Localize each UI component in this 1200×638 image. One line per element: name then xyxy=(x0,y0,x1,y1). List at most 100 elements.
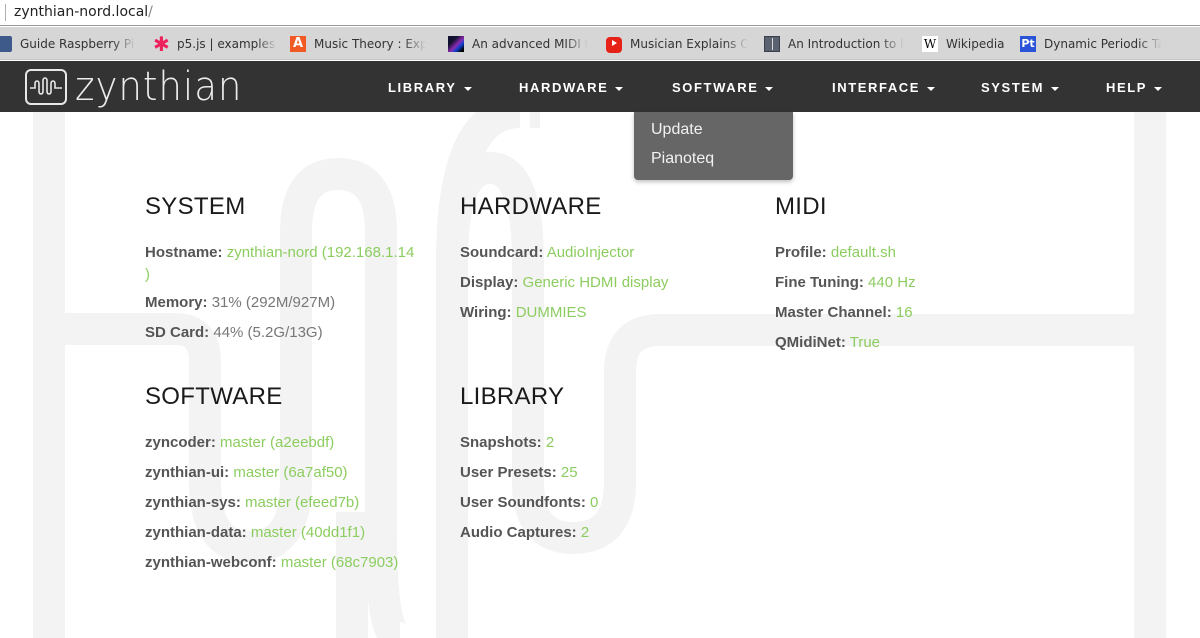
info-row-user-presets: User Presets: 25 xyxy=(460,458,598,488)
info-row-zynthian-ui: zynthian-ui: master (6a7af50) xyxy=(145,458,398,488)
bookmark-label: Dynamic Periodic Ta xyxy=(1044,37,1162,51)
info-row-zyncoder: zyncoder: master (a2eebdf) xyxy=(145,428,398,458)
menu-item-update[interactable]: Update xyxy=(634,119,793,148)
info-value-link[interactable]: master (efeed7b) xyxy=(245,494,359,511)
bookmark-label: Wikipedia xyxy=(946,37,1005,51)
bookmark-advanced-midi[interactable]: An advanced MIDI fo xyxy=(448,35,588,53)
midi-image-icon xyxy=(448,36,464,52)
info-value-link[interactable]: True xyxy=(850,334,880,351)
caret-down-icon xyxy=(765,86,774,91)
bookmark-label: p5.js | examples xyxy=(177,37,276,51)
info-key: Soundcard: xyxy=(460,244,544,261)
info-value-link[interactable]: default.sh xyxy=(831,244,896,261)
info-key: Hostname: xyxy=(145,244,223,261)
nav-system[interactable]: SYSTEM xyxy=(981,61,1060,112)
nav-hardware[interactable]: HARDWARE xyxy=(519,61,624,112)
bookmark-musician-explains[interactable]: Musician Explains Or xyxy=(606,35,748,53)
caret-down-icon xyxy=(463,86,472,91)
nav-library[interactable]: LIBRARY xyxy=(388,61,472,112)
info-value-link[interactable]: master (40dd1f1) xyxy=(251,524,365,541)
info-value-link[interactable]: ) xyxy=(145,266,150,283)
waveform-logo-icon xyxy=(25,69,67,105)
info-value: 44% (5.2G/13G) xyxy=(213,324,323,341)
info-key: Display: xyxy=(460,274,519,291)
info-row-wiring: Wiring: DUMMIES xyxy=(460,298,668,328)
info-key: zynthian-ui: xyxy=(145,464,230,481)
nav-label: SOFTWARE xyxy=(672,80,759,95)
info-key: Audio Captures: xyxy=(460,524,577,541)
info-row-audio-captures: Audio Captures: 2 xyxy=(460,518,598,548)
info-value-link[interactable]: 2 xyxy=(546,434,554,451)
dashboard-content: SYSTEM Hostname: zynthian-nord (192.168.… xyxy=(0,112,1200,638)
info-value-link[interactable]: master (68c7903) xyxy=(281,554,399,571)
info-row-display: Display: Generic HDMI display xyxy=(460,268,668,298)
url-host: zynthian-nord.local xyxy=(14,4,149,20)
info-key: User Presets: xyxy=(460,464,557,481)
info-value-link[interactable]: 25 xyxy=(561,464,578,481)
nav-interface[interactable]: INTERFACE xyxy=(832,61,936,112)
section-title: SYSTEM xyxy=(145,193,246,220)
info-value-link[interactable]: DUMMIES xyxy=(516,304,587,321)
nav-label: LIBRARY xyxy=(388,80,457,95)
nav-label: INTERFACE xyxy=(832,80,921,95)
info-key: zynthian-webconf: xyxy=(145,554,277,571)
nav-help[interactable]: HELP xyxy=(1106,61,1163,112)
bookmark-dynamic-periodic-table[interactable]: Pt Dynamic Periodic Ta xyxy=(1020,35,1162,53)
info-row-zynthian-sys: zynthian-sys: master (efeed7b) xyxy=(145,488,398,518)
section-title: SOFTWARE xyxy=(145,383,283,410)
section-hardware: HARDWARE Soundcard: AudioInjector Displa… xyxy=(460,192,668,328)
menu-item-pianoteq[interactable]: Pianoteq xyxy=(634,148,793,177)
address-bar[interactable]: zynthian-nord.local/ xyxy=(0,0,1200,26)
info-value-link[interactable]: master (6a7af50) xyxy=(233,464,347,481)
bookmark-label: Musician Explains Or xyxy=(630,37,748,51)
bookmark-label: An advanced MIDI fo xyxy=(472,37,588,51)
info-value-link[interactable]: 16 xyxy=(896,304,913,321)
info-value: 31% (292M/927M) xyxy=(211,294,336,311)
section-title: MIDI xyxy=(775,193,827,220)
info-row-hostname: Hostname: zynthian-nord (192.168.1.14 xyxy=(145,238,414,268)
info-key: zynthian-sys: xyxy=(145,494,241,511)
caret-down-icon xyxy=(1154,86,1163,91)
bookmarks-bar: Guide Raspberry Pi F ✱ p5.js | examples … xyxy=(0,27,1200,60)
bookmark-p5js-examples[interactable]: ✱ p5.js | examples xyxy=(153,35,277,53)
caret-down-icon xyxy=(1051,86,1060,91)
raspberry-pi-icon xyxy=(0,36,12,52)
info-value-link[interactable]: master (a2eebdf) xyxy=(220,434,334,451)
nav-label: HARDWARE xyxy=(519,80,609,95)
bookmark-label: Music Theory : Expa xyxy=(314,37,426,51)
main-navbar: zynthian LIBRARY HARDWARE SOFTWARE INTER… xyxy=(0,61,1200,112)
info-row-sd-card: SD Card: 44% (5.2G/13G) xyxy=(145,318,414,348)
bookmark-raspberry-pi-guide[interactable]: Guide Raspberry Pi F xyxy=(0,35,136,53)
info-row-master-channel: Master Channel: 16 xyxy=(775,298,916,328)
info-value-link[interactable]: 2 xyxy=(581,524,589,541)
info-key: Memory: xyxy=(145,294,208,311)
zynthian-logo[interactable]: zynthian xyxy=(25,67,255,107)
info-value-link[interactable]: 440 Hz xyxy=(868,274,916,291)
bookmark-introduction[interactable]: An Introduction to bo xyxy=(764,35,904,53)
wikipedia-icon: W xyxy=(922,36,938,52)
info-key: Master Channel: xyxy=(775,304,892,321)
info-key: zyncoder: xyxy=(145,434,216,451)
info-key: QMidiNet: xyxy=(775,334,846,351)
periodic-table-icon: Pt xyxy=(1020,36,1036,52)
info-row-zynthian-webconf: zynthian-webconf: master (68c7903) xyxy=(145,548,398,578)
url-text[interactable]: zynthian-nord.local/ xyxy=(14,4,153,20)
section-software: SOFTWARE zyncoder: master (a2eebdf) zynt… xyxy=(145,382,398,578)
info-value-link[interactable]: AudioInjector xyxy=(547,244,635,261)
info-value-link[interactable]: zynthian-nord (192.168.1.14 xyxy=(227,244,415,261)
youtube-icon xyxy=(606,37,622,53)
section-title: LIBRARY xyxy=(460,383,565,410)
nav-software[interactable]: SOFTWARE xyxy=(672,61,774,112)
bookmark-wikipedia[interactable]: W Wikipedia xyxy=(922,35,1026,53)
info-key: zynthian-data: xyxy=(145,524,247,541)
info-key: User Soundfonts: xyxy=(460,494,586,511)
info-value-link[interactable]: Generic HDMI display xyxy=(523,274,669,291)
caret-down-icon xyxy=(615,86,624,91)
info-key: Fine Tuning: xyxy=(775,274,864,291)
info-key: SD Card: xyxy=(145,324,210,341)
info-value-link[interactable]: 0 xyxy=(590,494,598,511)
info-key: Wiring: xyxy=(460,304,512,321)
info-row-soundcard: Soundcard: AudioInjector xyxy=(460,238,668,268)
bookmark-music-theory[interactable]: A Music Theory : Expa xyxy=(290,35,426,53)
bookmark-label: Guide Raspberry Pi F xyxy=(20,37,136,51)
